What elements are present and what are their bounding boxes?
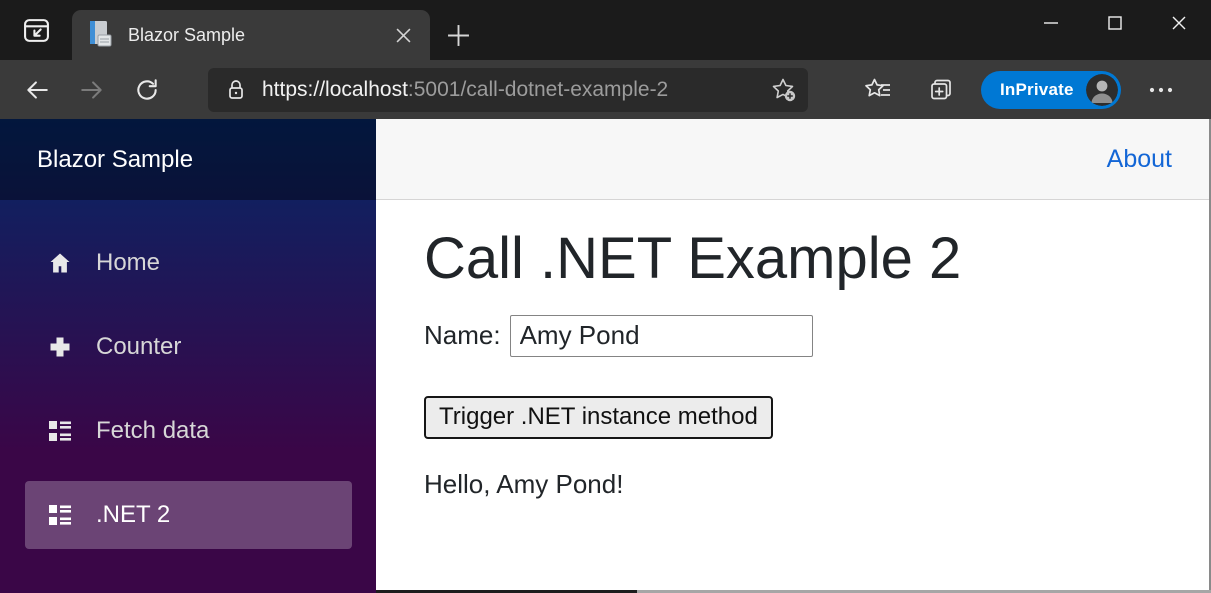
sidebar-item-label: Counter — [96, 333, 181, 361]
maximize-icon — [1107, 15, 1123, 31]
name-input[interactable] — [510, 315, 813, 357]
maximize-button[interactable] — [1083, 0, 1147, 46]
refresh-button[interactable] — [125, 68, 169, 112]
favorites-star-icon — [864, 77, 892, 103]
about-link[interactable]: About — [1107, 145, 1172, 174]
window-controls — [1019, 0, 1211, 46]
sidebar-item-home[interactable]: Home — [25, 229, 352, 297]
page-title: Call .NET Example 2 — [424, 226, 1169, 293]
collections-icon — [928, 76, 955, 103]
sidebar-item-fetch-data[interactable]: Fetch data — [25, 397, 352, 465]
brand-row: Blazor Sample — [0, 119, 376, 200]
page-viewport: Blazor Sample Home — [0, 119, 1211, 593]
tab-strip: Blazor Sample — [0, 0, 1211, 60]
star-plus-icon — [771, 77, 797, 103]
profile-avatar[interactable] — [1086, 74, 1118, 106]
inprivate-label: InPrivate — [1000, 80, 1074, 100]
browser-tab[interactable]: Blazor Sample — [72, 10, 430, 60]
top-row: About — [376, 119, 1209, 200]
tab-actions-icon — [23, 17, 50, 44]
url-secure-part: https://localhost — [262, 78, 408, 101]
trigger-method-button[interactable]: Trigger .NET instance method — [424, 396, 773, 439]
minimize-button[interactable] — [1019, 0, 1083, 46]
greeting-text: Hello, Amy Pond! — [424, 469, 1169, 500]
tab-title: Blazor Sample — [128, 25, 388, 46]
tab-close-button[interactable] — [388, 20, 418, 50]
back-arrow-icon — [24, 77, 50, 103]
new-tab-plus-icon — [447, 24, 470, 47]
sidebar-item-label: Fetch data — [96, 417, 209, 445]
url-path-part: :5001/call-dotnet-example-2 — [408, 78, 668, 101]
forward-button[interactable] — [70, 68, 114, 112]
main-area: About Call .NET Example 2 Name: Trigger … — [376, 119, 1211, 593]
settings-menu-button[interactable] — [1139, 68, 1183, 112]
back-button[interactable] — [15, 68, 59, 112]
inprivate-badge[interactable]: InPrivate — [981, 71, 1121, 109]
url-text: https://localhost:5001/call-dotnet-examp… — [262, 78, 766, 102]
home-icon — [48, 251, 72, 275]
name-row: Name: — [424, 315, 1169, 357]
collections-button[interactable] — [919, 68, 963, 112]
minimize-icon — [1043, 15, 1059, 31]
sidebar-item-label: Home — [96, 249, 160, 277]
list-rich-icon — [48, 419, 72, 443]
close-window-icon — [1171, 15, 1187, 31]
sidebar-item-counter[interactable]: Counter — [25, 313, 352, 381]
close-window-button[interactable] — [1147, 0, 1211, 46]
name-label: Name: — [424, 320, 501, 351]
new-tab-button[interactable] — [440, 18, 476, 52]
sidebar-item-dotnet-2[interactable]: .NET 2 — [25, 481, 352, 549]
sidebar-item-label: .NET 2 — [96, 501, 170, 529]
app-brand[interactable]: Blazor Sample — [37, 146, 193, 174]
document-icon — [88, 20, 114, 50]
add-favorite-button[interactable] — [766, 72, 802, 108]
lock-icon — [226, 78, 246, 102]
nav-menu: Home Counter — [0, 200, 376, 549]
ellipsis-icon — [1149, 87, 1173, 93]
tab-actions-menu-button[interactable] — [14, 10, 58, 50]
refresh-icon — [134, 77, 160, 103]
list-rich-icon — [48, 503, 72, 527]
browser-window: Blazor Sample — [0, 0, 1211, 593]
favorites-button[interactable] — [856, 68, 900, 112]
address-bar[interactable]: https://localhost:5001/call-dotnet-examp… — [208, 68, 808, 112]
content: Call .NET Example 2 Name: Trigger .NET i… — [376, 200, 1209, 500]
sidebar: Blazor Sample Home — [0, 119, 376, 593]
browser-toolbar: https://localhost:5001/call-dotnet-examp… — [0, 60, 1211, 119]
close-icon — [396, 28, 411, 43]
plus-icon — [48, 335, 72, 359]
forward-arrow-icon — [79, 77, 105, 103]
